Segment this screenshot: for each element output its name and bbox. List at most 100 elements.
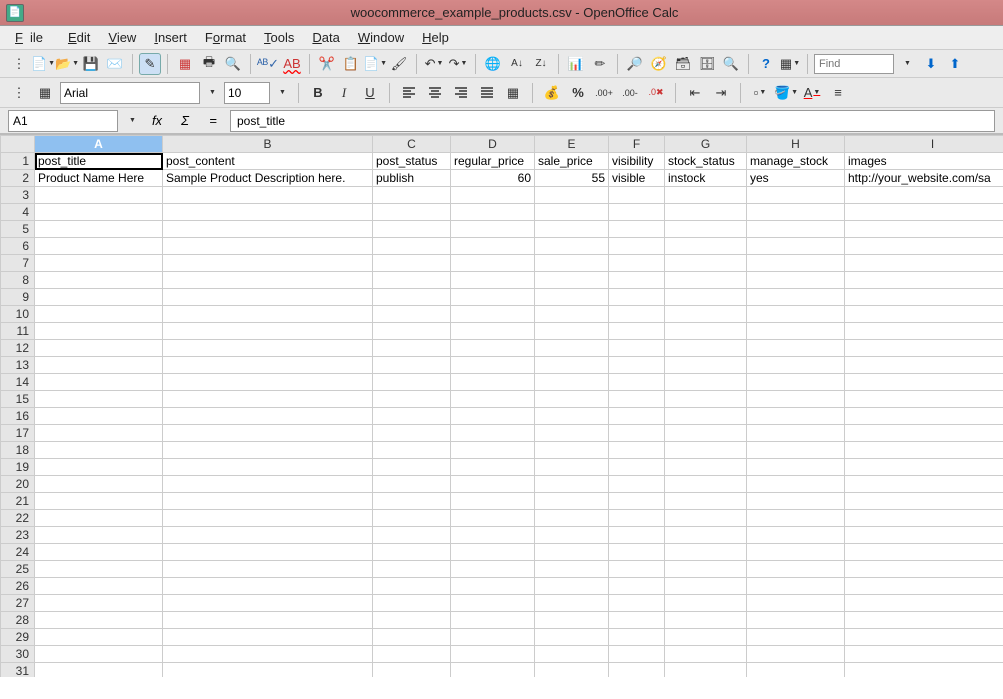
row-header-23[interactable]: 23 [1,527,35,544]
cell-D30[interactable] [451,646,535,663]
cell-A11[interactable] [35,323,163,340]
font-size-select[interactable] [224,82,270,104]
cell-F24[interactable] [609,544,665,561]
cell-E1[interactable]: sale_price [535,153,609,170]
cell-B6[interactable] [163,238,373,255]
navigator-button[interactable]: 🧭 [648,53,670,75]
merge-cells-button[interactable]: ▦ [502,82,524,104]
cell-H26[interactable] [747,578,845,595]
row-header-20[interactable]: 20 [1,476,35,493]
cell-F16[interactable] [609,408,665,425]
menu-help[interactable]: Help [415,27,456,48]
cell-H24[interactable] [747,544,845,561]
cell-B8[interactable] [163,272,373,289]
cell-B14[interactable] [163,374,373,391]
cell-E9[interactable] [535,289,609,306]
cell-G21[interactable] [665,493,747,510]
cell-C12[interactable] [373,340,451,357]
cell-F27[interactable] [609,595,665,612]
cell-C9[interactable] [373,289,451,306]
cell-G12[interactable] [665,340,747,357]
cell-B7[interactable] [163,255,373,272]
cell-E10[interactable] [535,306,609,323]
add-decimal-button[interactable]: .00+ [593,82,615,104]
cell-C1[interactable]: post_status [373,153,451,170]
redo-button[interactable]: ↷▼ [447,53,469,75]
font-name-select[interactable] [60,82,200,104]
cell-H31[interactable] [747,663,845,678]
cell-E3[interactable] [535,187,609,204]
cell-I3[interactable] [845,187,1003,204]
remove-decimal-button[interactable]: .00- [619,82,641,104]
cell-E31[interactable] [535,663,609,678]
cell-D16[interactable] [451,408,535,425]
cell-D24[interactable] [451,544,535,561]
spellcheck-button[interactable]: ᴬᴮ✓ [257,53,279,75]
cell-H17[interactable] [747,425,845,442]
col-header-H[interactable]: H [747,136,845,153]
cell-D1[interactable]: regular_price [451,153,535,170]
cell-F20[interactable] [609,476,665,493]
cell-H5[interactable] [747,221,845,238]
row-header-2[interactable]: 2 [1,170,35,187]
cell-E8[interactable] [535,272,609,289]
row-header-6[interactable]: 6 [1,238,35,255]
cell-F7[interactable] [609,255,665,272]
align-left-button[interactable] [398,82,420,104]
cell-F22[interactable] [609,510,665,527]
row-header-8[interactable]: 8 [1,272,35,289]
cell-E19[interactable] [535,459,609,476]
cell-F5[interactable] [609,221,665,238]
cell-F28[interactable] [609,612,665,629]
row-header-24[interactable]: 24 [1,544,35,561]
cell-D6[interactable] [451,238,535,255]
cell-I5[interactable] [845,221,1003,238]
cell-I18[interactable] [845,442,1003,459]
cell-D17[interactable] [451,425,535,442]
cell-C16[interactable] [373,408,451,425]
cell-G29[interactable] [665,629,747,646]
cell-I17[interactable] [845,425,1003,442]
row-header-31[interactable]: 31 [1,663,35,678]
cell-B10[interactable] [163,306,373,323]
row-header-22[interactable]: 22 [1,510,35,527]
cell-A27[interactable] [35,595,163,612]
cell-D26[interactable] [451,578,535,595]
cell-I20[interactable] [845,476,1003,493]
row-header-15[interactable]: 15 [1,391,35,408]
cell-E16[interactable] [535,408,609,425]
cell-D18[interactable] [451,442,535,459]
cell-B1[interactable]: post_content [163,153,373,170]
col-header-B[interactable]: B [163,136,373,153]
cell-B12[interactable] [163,340,373,357]
cell-H20[interactable] [747,476,845,493]
cell-G22[interactable] [665,510,747,527]
row-header-5[interactable]: 5 [1,221,35,238]
cell-A10[interactable] [35,306,163,323]
sort-asc-button[interactable]: A↓ [506,53,528,75]
cell-H10[interactable] [747,306,845,323]
cell-I24[interactable] [845,544,1003,561]
cell-I10[interactable] [845,306,1003,323]
cell-C25[interactable] [373,561,451,578]
col-header-A[interactable]: A [35,136,163,153]
cell-C27[interactable] [373,595,451,612]
export-pdf-button[interactable]: ▦ [174,53,196,75]
cell-F15[interactable] [609,391,665,408]
cell-E13[interactable] [535,357,609,374]
formula-input[interactable] [230,110,995,132]
cell-H8[interactable] [747,272,845,289]
cell-E30[interactable] [535,646,609,663]
cell-B30[interactable] [163,646,373,663]
handle-icon[interactable]: ⋮ [8,82,30,104]
cell-B13[interactable] [163,357,373,374]
cell-H11[interactable] [747,323,845,340]
cell-G17[interactable] [665,425,747,442]
paste-button[interactable]: 📄▼ [364,53,386,75]
cell-I29[interactable] [845,629,1003,646]
cell-A16[interactable] [35,408,163,425]
borders-button[interactable]: ▫▼ [749,82,771,104]
cell-H2[interactable]: yes [747,170,845,187]
menu-window[interactable]: Window [351,27,411,48]
cell-E6[interactable] [535,238,609,255]
